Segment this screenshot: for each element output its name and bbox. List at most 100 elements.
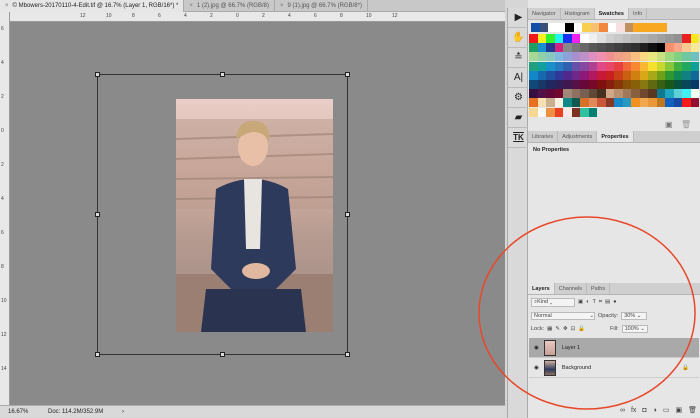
color-swatch[interactable] bbox=[656, 43, 665, 53]
color-swatch[interactable] bbox=[614, 61, 623, 71]
color-swatch[interactable] bbox=[682, 80, 691, 89]
recent-swatch[interactable] bbox=[556, 23, 565, 32]
color-swatch[interactable] bbox=[673, 98, 682, 108]
color-swatch[interactable] bbox=[537, 107, 546, 117]
folder-icon[interactable]: ▰ bbox=[508, 108, 529, 128]
lock-position-icon[interactable]: ✥ bbox=[563, 326, 568, 332]
color-swatch[interactable] bbox=[563, 70, 572, 80]
color-swatch[interactable] bbox=[665, 43, 674, 53]
color-swatch[interactable] bbox=[546, 52, 555, 62]
color-swatch[interactable] bbox=[571, 43, 580, 53]
color-swatch[interactable] bbox=[554, 61, 563, 71]
color-swatch[interactable] bbox=[546, 34, 555, 43]
color-swatch[interactable] bbox=[605, 80, 614, 89]
layer-row[interactable]: ◉ Background 🔒 bbox=[529, 358, 699, 378]
color-swatch[interactable] bbox=[622, 43, 631, 53]
color-swatch[interactable] bbox=[597, 52, 606, 62]
tab-properties[interactable]: Properties bbox=[597, 131, 634, 142]
color-swatch[interactable] bbox=[648, 89, 657, 99]
color-swatch[interactable] bbox=[665, 89, 674, 99]
transform-handle[interactable] bbox=[345, 352, 350, 357]
color-swatch[interactable] bbox=[614, 52, 623, 62]
color-swatch[interactable] bbox=[563, 98, 572, 108]
color-swatch[interactable] bbox=[682, 89, 691, 99]
color-swatch[interactable] bbox=[563, 43, 572, 53]
blend-mode-select[interactable]: Normal ⌄ bbox=[531, 312, 595, 320]
color-swatch[interactable] bbox=[690, 34, 699, 43]
tab-layers[interactable]: Layers bbox=[528, 283, 555, 294]
document-tab[interactable]: × 1 (2).jpg @ 66.7% (RGB/8) bbox=[184, 0, 275, 12]
color-swatch[interactable] bbox=[571, 34, 580, 43]
color-swatch[interactable] bbox=[673, 61, 682, 71]
color-swatch[interactable] bbox=[546, 107, 555, 117]
recent-swatch[interactable] bbox=[650, 23, 659, 32]
color-swatch[interactable] bbox=[631, 34, 640, 43]
color-swatch[interactable] bbox=[580, 89, 589, 99]
transform-handle[interactable] bbox=[95, 212, 100, 217]
filter-toggle-icon[interactable]: ● bbox=[613, 299, 616, 305]
color-swatch[interactable] bbox=[529, 43, 538, 53]
color-swatch[interactable] bbox=[665, 52, 674, 62]
color-swatch[interactable] bbox=[588, 34, 597, 43]
transform-handle[interactable] bbox=[220, 72, 225, 77]
color-swatch[interactable] bbox=[571, 70, 580, 80]
recent-swatch[interactable] bbox=[658, 23, 667, 32]
recent-swatch[interactable] bbox=[531, 23, 540, 32]
color-swatch[interactable] bbox=[648, 43, 657, 53]
color-swatch[interactable] bbox=[571, 61, 580, 71]
color-swatch[interactable] bbox=[639, 43, 648, 53]
shape-filter-icon[interactable]: ⌗ bbox=[599, 299, 602, 306]
color-swatch[interactable] bbox=[656, 80, 665, 89]
color-swatch[interactable] bbox=[537, 34, 546, 43]
vertical-ruler[interactable]: 6 4 2 0 2 4 6 8 10 12 14 bbox=[0, 12, 10, 405]
recent-swatch[interactable] bbox=[607, 23, 616, 32]
color-swatch[interactable] bbox=[563, 61, 572, 71]
color-swatch[interactable] bbox=[588, 70, 597, 80]
recent-swatch[interactable] bbox=[548, 23, 557, 32]
color-swatch[interactable] bbox=[529, 61, 538, 71]
color-swatch[interactable] bbox=[682, 70, 691, 80]
smartobject-filter-icon[interactable]: ▤ bbox=[605, 299, 610, 305]
color-swatch[interactable] bbox=[648, 98, 657, 108]
visibility-eye-icon[interactable]: ◉ bbox=[534, 345, 539, 351]
color-swatch[interactable] bbox=[648, 70, 657, 80]
color-swatch[interactable] bbox=[673, 52, 682, 62]
color-swatch[interactable] bbox=[656, 52, 665, 62]
brush-settings-icon[interactable]: ✋ bbox=[508, 28, 529, 48]
color-swatch[interactable] bbox=[588, 52, 597, 62]
pixel-filter-icon[interactable]: ▣ bbox=[578, 299, 583, 305]
sliders-icon[interactable]: ≛ bbox=[508, 48, 529, 68]
delete-layer-icon[interactable]: 🗑 bbox=[688, 406, 697, 414]
color-swatch[interactable] bbox=[673, 89, 682, 99]
color-swatch[interactable] bbox=[614, 43, 623, 53]
color-swatch[interactable] bbox=[546, 61, 555, 71]
color-swatch[interactable] bbox=[614, 80, 623, 89]
color-swatch[interactable] bbox=[614, 34, 623, 43]
color-swatch[interactable] bbox=[537, 80, 546, 89]
color-swatch[interactable] bbox=[631, 52, 640, 62]
color-swatch[interactable] bbox=[690, 43, 699, 53]
color-swatch[interactable] bbox=[580, 61, 589, 71]
color-swatch[interactable] bbox=[529, 70, 538, 80]
color-swatch[interactable] bbox=[631, 70, 640, 80]
color-swatch[interactable] bbox=[571, 52, 580, 62]
adjustment-layer-icon[interactable]: ◑ bbox=[653, 407, 657, 414]
color-swatch[interactable] bbox=[690, 80, 699, 89]
color-swatch[interactable] bbox=[614, 98, 623, 108]
recent-swatch[interactable] bbox=[599, 23, 608, 32]
color-swatch[interactable] bbox=[665, 80, 674, 89]
color-swatch[interactable] bbox=[546, 89, 555, 99]
color-swatch[interactable] bbox=[597, 80, 606, 89]
color-swatch[interactable] bbox=[546, 43, 555, 53]
color-swatch[interactable] bbox=[622, 80, 631, 89]
color-swatch[interactable] bbox=[580, 107, 589, 117]
color-swatch[interactable] bbox=[631, 98, 640, 108]
color-swatch[interactable] bbox=[563, 89, 572, 99]
transform-bounding-box[interactable] bbox=[95, 72, 350, 357]
tab-swatches[interactable]: Swatches bbox=[594, 8, 629, 19]
close-icon[interactable]: × bbox=[189, 3, 193, 9]
document-tab[interactable]: × © Mbowers-20170110-4-Edit.tif @ 16.7% (… bbox=[0, 0, 185, 12]
color-swatch[interactable] bbox=[529, 89, 538, 99]
color-swatch[interactable] bbox=[605, 89, 614, 99]
tab-histogram[interactable]: Histogram bbox=[561, 8, 595, 19]
